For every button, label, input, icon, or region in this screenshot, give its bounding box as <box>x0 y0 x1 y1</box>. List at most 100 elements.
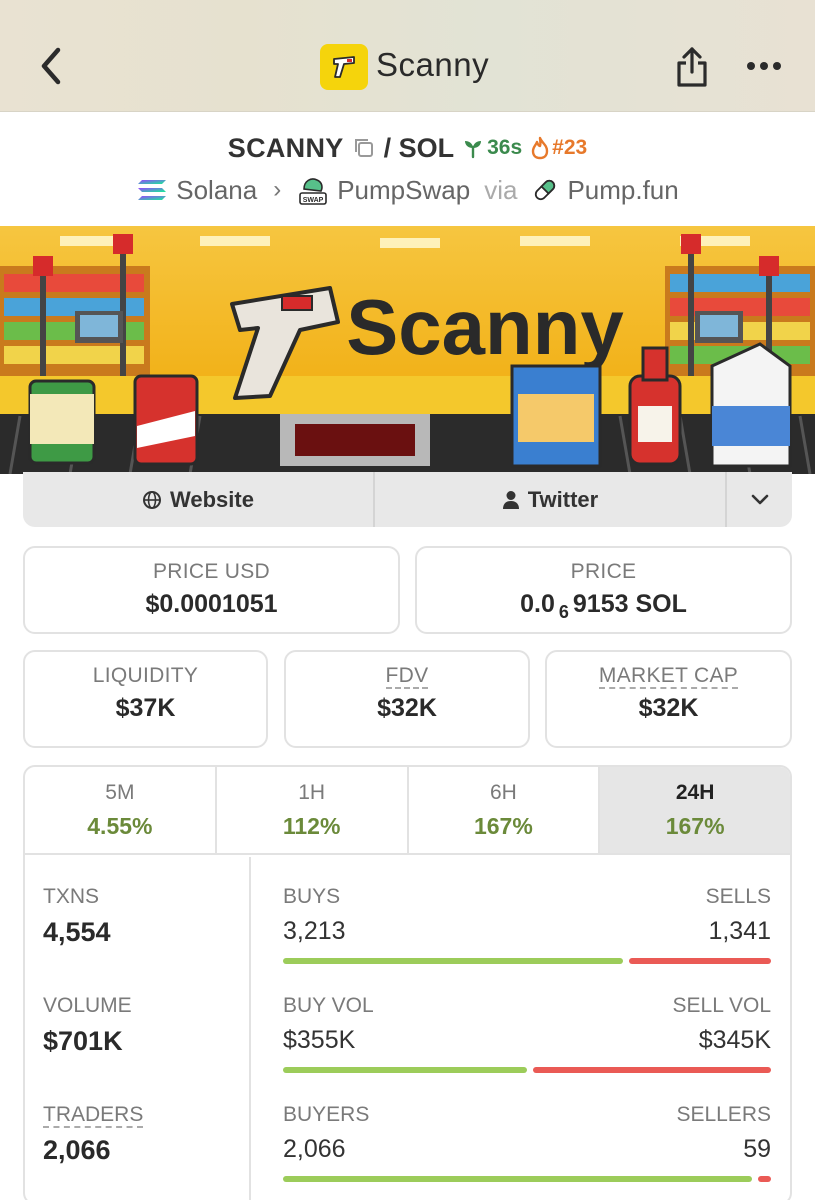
txns-stat: TXNS 4,554 <box>43 885 111 948</box>
market-cap-card[interactable]: MARKET CAP $32K <box>545 650 792 748</box>
traders-ratio: BUYERS SELLERS 2,066 59 <box>283 1103 771 1182</box>
more-links-dropdown[interactable] <box>727 472 792 527</box>
tab-1h[interactable]: 1H 112% <box>217 767 409 853</box>
launchpad-name-link[interactable]: Pump.fun <box>567 175 678 206</box>
pumpswap-icon: SWAP <box>299 178 328 205</box>
copy-address-button[interactable] <box>352 136 376 160</box>
user-icon <box>502 490 519 509</box>
pair-age-text: 36s <box>487 136 523 159</box>
change-1h: 112% <box>282 813 341 839</box>
txns-label: TXNS <box>43 885 100 908</box>
sellers-bar-fill <box>758 1176 771 1182</box>
pair-header: SCANNY / SOL 36s #23 <box>0 128 815 168</box>
sells-bar-fill <box>629 958 771 964</box>
app-logo <box>320 44 368 90</box>
buys-sells-ratio: BUYS SELLS 3,213 1,341 <box>283 885 771 964</box>
change-24h: 167% <box>665 813 725 839</box>
more-options-button[interactable] <box>740 48 788 84</box>
ellipsis-icon <box>747 62 781 70</box>
chain-name-link[interactable]: Solana <box>176 175 257 206</box>
volume-stat: VOLUME $701K <box>43 994 132 1057</box>
buy-vol-value: $355K <box>283 1026 356 1054</box>
page-title: Scanny <box>376 46 490 83</box>
sells-label: SELLS <box>705 885 771 908</box>
token-banner-image: Scanny <box>0 226 815 474</box>
quote-symbol: / SOL <box>383 132 455 163</box>
trending-rank-badge[interactable]: #23 <box>530 136 587 160</box>
sell-vol-label: SELL VOL <box>672 994 771 1017</box>
sells-value: 1,341 <box>708 917 771 945</box>
traders-value: 2,066 <box>43 1135 111 1165</box>
price-usd-value: $0.0001051 <box>145 590 278 618</box>
website-label: Website <box>170 486 254 512</box>
buys-sells-bar <box>283 958 771 964</box>
chevron-down-icon <box>751 494 768 504</box>
buys-value: 3,213 <box>283 917 346 945</box>
liquidity-label: LIQUIDITY <box>92 664 199 687</box>
trending-rank-text: #23 <box>552 136 588 159</box>
sellers-value: 59 <box>743 1135 771 1163</box>
chevron-left-icon <box>41 47 61 85</box>
fire-icon <box>531 136 549 160</box>
volume-label: VOLUME <box>43 994 132 1017</box>
volume-value: $701K <box>43 1026 123 1056</box>
pair-age-badge: 36s <box>462 136 522 160</box>
dex-name-link[interactable]: PumpSwap <box>337 175 470 206</box>
top-nav-bar: Scanny <box>0 0 815 112</box>
sell-vol-bar-fill <box>533 1067 771 1073</box>
twitter-button[interactable]: Twitter <box>375 472 727 527</box>
scanner-icon <box>333 56 355 78</box>
pill-icon <box>535 179 556 201</box>
price-native-card: PRICE 0.0 6 9153 SOL <box>415 546 792 634</box>
market-cap-value: $32K <box>638 694 699 722</box>
stats-panel: 5M 4.55% 1H 112% 6H 167% 24H 167% TXNS 4… <box>23 765 792 1200</box>
buy-vol-bar-fill <box>283 1067 527 1073</box>
price-usd-label: PRICE USD <box>152 560 271 583</box>
liquidity-value: $37K <box>115 694 176 722</box>
stats-summary: TXNS 4,554 VOLUME $701K TRADERS 2,066 <box>25 857 251 1200</box>
buy-vol-label: BUY VOL <box>283 994 374 1017</box>
buyers-value: 2,066 <box>283 1135 346 1163</box>
sell-vol-value: $345K <box>698 1026 771 1054</box>
price-usd-card: PRICE USD $0.0001051 <box>23 546 400 634</box>
fdv-value: $32K <box>377 694 437 722</box>
buys-label: BUYS <box>283 885 341 908</box>
tab-24h[interactable]: 24H 167% <box>600 767 790 853</box>
solana-icon <box>138 180 167 200</box>
price-native-label: PRICE <box>570 560 637 583</box>
volume-bar <box>283 1067 771 1073</box>
sprout-icon <box>465 141 482 159</box>
banner-title: Scanny <box>346 283 623 371</box>
traders-bar <box>283 1176 771 1182</box>
social-links-bar: Website Twitter <box>23 472 792 527</box>
via-label: via <box>484 174 518 205</box>
market-cap-label: MARKET CAP <box>598 664 739 689</box>
liquidity-card: LIQUIDITY $37K <box>23 650 268 748</box>
volume-ratio: BUY VOL SELL VOL $355K $345K <box>283 994 771 1073</box>
change-5m: 4.55% <box>87 813 153 839</box>
tab-5m[interactable]: 5M 4.55% <box>25 767 217 853</box>
tab-6h[interactable]: 6H 167% <box>409 767 601 853</box>
svg-text:SWAP: SWAP <box>303 197 324 204</box>
back-button[interactable] <box>30 40 72 92</box>
buy-sell-breakdown: BUYS SELLS 3,213 1,341 BUY VOL SELL VOL $35… <box>283 857 771 1200</box>
traders-label: TRADERS <box>43 1103 144 1128</box>
fdv-label: FDV <box>385 664 429 689</box>
buyers-label: BUYERS <box>283 1103 370 1126</box>
txns-value: 4,554 <box>43 917 111 947</box>
website-button[interactable]: Website <box>23 472 375 527</box>
price-native-value: 0.0 6 9153 SOL <box>520 590 687 622</box>
copy-icon <box>354 139 373 157</box>
buys-bar-fill <box>283 958 623 964</box>
buyers-bar-fill <box>283 1176 752 1182</box>
leading-zeros-count: 6 <box>558 602 569 622</box>
fdv-card[interactable]: FDV $32K <box>284 650 530 748</box>
share-icon <box>677 47 707 87</box>
timeframe-tabs: 5M 4.55% 1H 112% 6H 167% 24H 167% <box>25 767 790 855</box>
traders-stat[interactable]: TRADERS 2,066 <box>43 1103 144 1166</box>
globe-icon <box>143 490 162 509</box>
sellers-label: SELLERS <box>676 1103 771 1126</box>
share-button[interactable] <box>670 42 714 92</box>
twitter-label: Twitter <box>527 486 599 512</box>
breadcrumb: Solana › SWAP PumpSwap via Pump.fun <box>0 170 815 210</box>
